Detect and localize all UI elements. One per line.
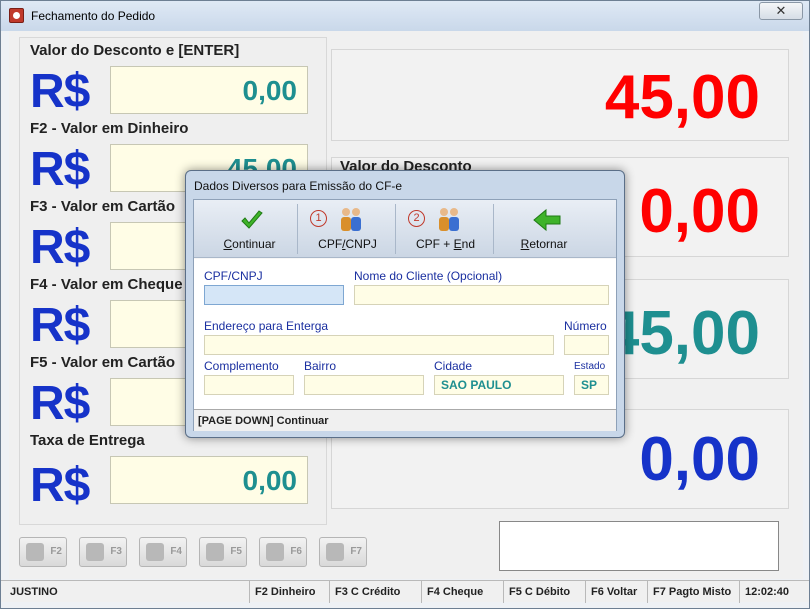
status-f7: F7 Pagto Misto — [647, 581, 739, 603]
cpf-end-button[interactable]: 2 CPF + End — [398, 204, 494, 254]
complemento-label: Complemento — [204, 359, 279, 373]
nome-input[interactable] — [354, 285, 609, 305]
status-bar: JUSTINO F2 Dinheiro F3 C Crédito F4 Cheq… — [1, 580, 809, 603]
window-title: Fechamento do Pedido — [31, 9, 156, 23]
total-box: 45,00 — [331, 49, 789, 141]
status-f3: F3 C Crédito — [329, 581, 421, 603]
retornar-button[interactable]: Retornar — [496, 204, 592, 254]
status-f6: F6 Voltar — [585, 581, 647, 603]
step-one-badge: 1 — [310, 210, 327, 227]
f3-shortcut-button[interactable]: F3 — [79, 537, 127, 567]
cash-hand-icon — [26, 543, 44, 561]
nome-label: Nome do Cliente (Opcional) — [354, 269, 503, 283]
dialog-status-bar: [PAGE DOWN] Continuar — [194, 409, 616, 431]
currency-symbol: R$ — [30, 143, 90, 196]
numero-label: Número — [564, 319, 607, 333]
delivery-fee-label: Taxa de Entrega — [30, 432, 145, 449]
discount-box-value: 0,00 — [639, 177, 760, 246]
check-icon — [241, 210, 263, 229]
close-button[interactable]: ✕ — [759, 2, 803, 20]
continuar-button[interactable]: Continuar — [202, 204, 298, 254]
cfe-dialog: Dados Diversos para Emissão do CF-e Cont… — [185, 170, 625, 438]
back-icon — [266, 543, 284, 561]
dialog-toolbar: Continuar 1 CPF/CNPJ 2 CPF + End Retorna… — [194, 200, 616, 258]
discount-label: Valor do Desconto e [ENTER] — [30, 42, 240, 59]
f2-shortcut-button[interactable]: F2 — [19, 537, 67, 567]
cheque-icon — [146, 543, 164, 561]
customer-form: CPF/CNPJ Nome do Cliente (Opcional) Ende… — [194, 259, 616, 409]
status-f4: F4 Cheque — [421, 581, 503, 603]
discount-value: 0,00 — [242, 75, 298, 106]
credit-card-label: F3 - Valor em Cartão — [30, 198, 176, 215]
debit-card-label: F5 - Valor em Cartão — [30, 354, 176, 371]
status-f2: F2 Dinheiro — [249, 581, 329, 603]
dialog-body: Continuar 1 CPF/CNPJ 2 CPF + End Retorna… — [193, 199, 617, 431]
endereco-input[interactable] — [204, 335, 554, 355]
bairro-label: Bairro — [304, 359, 337, 373]
numero-input[interactable] — [564, 335, 609, 355]
status-time: 12:02:40 — [739, 581, 807, 603]
app-icon — [9, 8, 24, 23]
cidade-label: Cidade — [434, 359, 473, 373]
status-user: JUSTINO — [10, 586, 58, 598]
f7-shortcut-button[interactable]: F7 — [319, 537, 367, 567]
estado-input[interactable]: SP — [574, 375, 609, 395]
cash-label: F2 - Valor em Dinheiro — [30, 120, 189, 137]
currency-symbol: R$ — [30, 65, 90, 118]
cpf-cnpj-button[interactable]: 1 CPF/CNPJ — [300, 204, 396, 254]
delivery-fee-value: 0,00 — [242, 465, 298, 496]
f4-shortcut-button[interactable]: F4 — [139, 537, 187, 567]
step-two-badge: 2 — [408, 210, 425, 227]
credit-card-icon — [86, 543, 104, 561]
dialog-title: Dados Diversos para Emissão do CF-e — [194, 179, 403, 193]
discount-input[interactable]: 0,00 — [110, 66, 308, 114]
debit-card-icon — [206, 543, 224, 561]
estado-label: Estado — [574, 361, 606, 372]
mixed-payment-icon — [326, 543, 344, 561]
total-value: 45,00 — [604, 63, 760, 132]
currency-symbol: R$ — [30, 221, 90, 274]
endereco-label: Endereço para Enterga — [204, 319, 329, 333]
f5-shortcut-button[interactable]: F5 — [199, 537, 247, 567]
currency-symbol: R$ — [30, 299, 90, 352]
cpf-label: CPF/CNPJ — [204, 269, 263, 283]
change-value: 0,00 — [639, 425, 760, 494]
people-icon — [341, 208, 361, 231]
people-icon — [439, 208, 459, 231]
back-arrow-icon — [533, 208, 561, 232]
currency-symbol: R$ — [30, 459, 90, 512]
f6-shortcut-button[interactable]: F6 — [259, 537, 307, 567]
bairro-input[interactable] — [304, 375, 424, 395]
cidade-input[interactable]: SAO PAULO — [434, 375, 564, 395]
complemento-input[interactable] — [204, 375, 294, 395]
title-bar: Fechamento do Pedido ✕ — [1, 1, 809, 31]
paid-value: 45,00 — [604, 299, 760, 368]
status-f5: F5 C Débito — [503, 581, 585, 603]
delivery-fee-input[interactable]: 0,00 — [110, 456, 308, 504]
message-area — [499, 521, 779, 571]
currency-symbol: R$ — [30, 377, 90, 430]
cheque-label: F4 - Valor em Cheque — [30, 276, 183, 293]
cpf-input[interactable] — [204, 285, 344, 305]
